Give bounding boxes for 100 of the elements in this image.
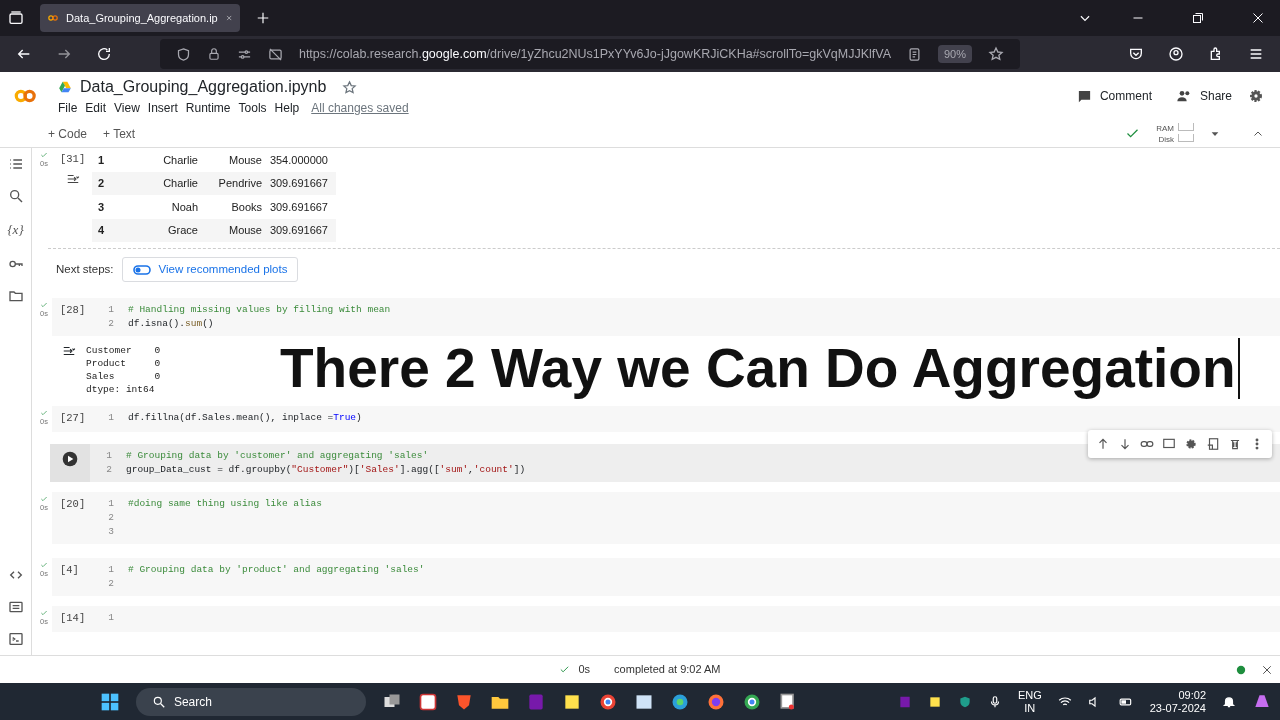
copy-icon[interactable] xyxy=(1206,437,1220,451)
code-line[interactable]: df.isna().sum() xyxy=(128,317,214,332)
windows-start-icon[interactable] xyxy=(99,691,120,712)
search-icon xyxy=(151,694,166,709)
check-icon xyxy=(40,151,48,159)
move-up-icon[interactable] xyxy=(1096,437,1110,451)
menu-icon[interactable] xyxy=(1248,46,1264,62)
code-line[interactable]: group_Data_cust = df.groupby("Customer")['Sales'].agg(['sum','count']) xyxy=(126,463,526,477)
command-palette-icon[interactable] xyxy=(7,599,24,615)
add-code-button[interactable]: + Code xyxy=(48,124,88,143)
menu-item[interactable]: Tools xyxy=(238,99,267,117)
table-cell-text: Books xyxy=(230,199,262,215)
save-status[interactable]: All changes saved xyxy=(311,99,409,117)
search-icon[interactable] xyxy=(7,188,24,204)
delete-icon[interactable] xyxy=(1228,437,1242,451)
caption-text: There 2 Way we Can Do Aggregation xyxy=(280,338,1240,399)
table-cell-text: Charlie xyxy=(162,176,198,191)
shield-icon xyxy=(176,46,191,62)
cell-output: Customer 0 Product 0 Sales 0 dtype: int64 xyxy=(86,344,161,397)
settings-icon[interactable] xyxy=(1248,88,1264,104)
sticky-note-icon[interactable] xyxy=(927,694,942,709)
people-icon xyxy=(1175,88,1192,104)
connected-icon xyxy=(1236,664,1246,675)
line-number: 1 xyxy=(105,449,112,463)
star-icon[interactable] xyxy=(988,46,1004,62)
table-cell-text: 354.000000 xyxy=(268,152,329,168)
line-number: 1 xyxy=(107,497,114,511)
url-text[interactable]: https://colab.research.google.com/drive/1yZhcu2NUs1PxYYv6Jo-jJgowKRJiCKHa#scrollTo=gkVqMJJKlfVA xyxy=(298,44,891,64)
table-cell-text: 4 xyxy=(97,223,106,238)
line-number: 1 xyxy=(107,411,114,426)
add-text-button[interactable]: + Text xyxy=(103,124,136,143)
logo-icon xyxy=(48,12,59,24)
app-icon[interactable] xyxy=(417,691,438,712)
table-cell-text: Pendrive xyxy=(217,176,262,191)
variables-button[interactable]: {x} xyxy=(7,220,24,240)
line-number: 1 xyxy=(107,303,114,318)
settings-icon[interactable] xyxy=(1184,437,1198,451)
menu-item[interactable]: Runtime xyxy=(185,99,231,117)
check-icon xyxy=(40,409,48,418)
camera-off-icon xyxy=(267,46,283,62)
zoom-level[interactable]: 90% xyxy=(937,44,972,64)
code-line[interactable]: # Handling missing values by filling with mean xyxy=(128,303,391,318)
menu-item[interactable]: Help xyxy=(274,99,300,117)
table-cell-text: 309.691667 xyxy=(268,199,329,215)
new-tab-icon[interactable] xyxy=(256,11,270,25)
account-icon[interactable] xyxy=(1168,46,1184,62)
table-cell-text: 309.691667 xyxy=(268,223,329,238)
execution-count: [31] xyxy=(60,152,87,167)
menu-item[interactable]: Edit xyxy=(85,99,107,117)
line-number: 1 xyxy=(107,611,114,625)
restore-icon[interactable] xyxy=(1192,12,1204,24)
menu-item[interactable]: File xyxy=(58,99,78,117)
run-button[interactable] xyxy=(62,451,78,467)
line-number: 2 xyxy=(107,577,114,591)
pocket-icon[interactable] xyxy=(1128,46,1144,62)
line-number: 2 xyxy=(107,317,114,332)
star-icon[interactable] xyxy=(342,79,358,95)
drive-icon xyxy=(58,80,72,94)
execution-count: [27] xyxy=(60,412,86,425)
clock[interactable]: 09:02 23-07-2024 xyxy=(1149,688,1206,715)
resource-meter[interactable]: RAM Disk xyxy=(1156,122,1194,145)
code-line[interactable]: # Grouping data by 'product' and aggregating 'sales' xyxy=(128,563,425,577)
close-icon[interactable] xyxy=(1262,664,1272,675)
completion-status: completed at 9:02 AM xyxy=(614,662,721,678)
share-button[interactable]: Share xyxy=(1175,87,1232,105)
table-cell-text: Mouse xyxy=(227,223,262,238)
shield-icon[interactable] xyxy=(957,694,972,709)
execution-count: [28] xyxy=(60,304,86,317)
search-field[interactable]: Search xyxy=(135,687,366,716)
move-down-icon[interactable] xyxy=(1118,437,1132,451)
next-steps-label: Next steps: xyxy=(56,262,114,277)
language-indicator[interactable]: ENG IN xyxy=(1017,688,1042,715)
code-line[interactable]: #doing same thing using like alias xyxy=(128,497,322,511)
table-cell-text: 309.691667 xyxy=(268,176,329,191)
check-icon xyxy=(559,664,571,675)
table-cell-text: Mouse xyxy=(227,152,262,168)
terminal-icon[interactable] xyxy=(7,631,24,647)
menu-item[interactable]: Insert xyxy=(147,99,178,117)
code-line[interactable]: # Grouping data by 'customer' and aggregating 'sales' xyxy=(126,449,429,463)
line-number: 2 xyxy=(107,511,114,525)
execution-count: [14] xyxy=(60,612,86,624)
check-icon xyxy=(40,301,48,310)
notebook-title[interactable]: Data_Grouping_Aggregation.ipynb xyxy=(80,75,327,99)
execution-count: [20] xyxy=(60,498,86,510)
toggle-icon xyxy=(132,264,151,275)
code-line[interactable]: df.fillna(df.Sales.mean(), inplace =True) xyxy=(128,411,362,426)
reload-icon[interactable] xyxy=(96,46,112,62)
menu-item[interactable]: View xyxy=(114,99,140,117)
reader-view-icon[interactable] xyxy=(907,46,922,62)
view-plots-button[interactable]: View recommended plots xyxy=(121,257,299,283)
table-cell-text: Charlie xyxy=(162,152,198,168)
comment-icon[interactable] xyxy=(1162,437,1176,451)
check-icon xyxy=(40,495,48,503)
comment-button[interactable]: Comment xyxy=(1076,87,1152,105)
bell-icon[interactable] xyxy=(1222,694,1236,709)
line-number: 1 xyxy=(107,563,114,577)
browser-tab[interactable]: Data_Grouping_Aggregation.ip xyxy=(40,4,240,32)
tab-list-icon[interactable] xyxy=(8,10,24,26)
table-of-contents-icon[interactable] xyxy=(7,156,24,172)
line-number: 3 xyxy=(107,525,114,539)
